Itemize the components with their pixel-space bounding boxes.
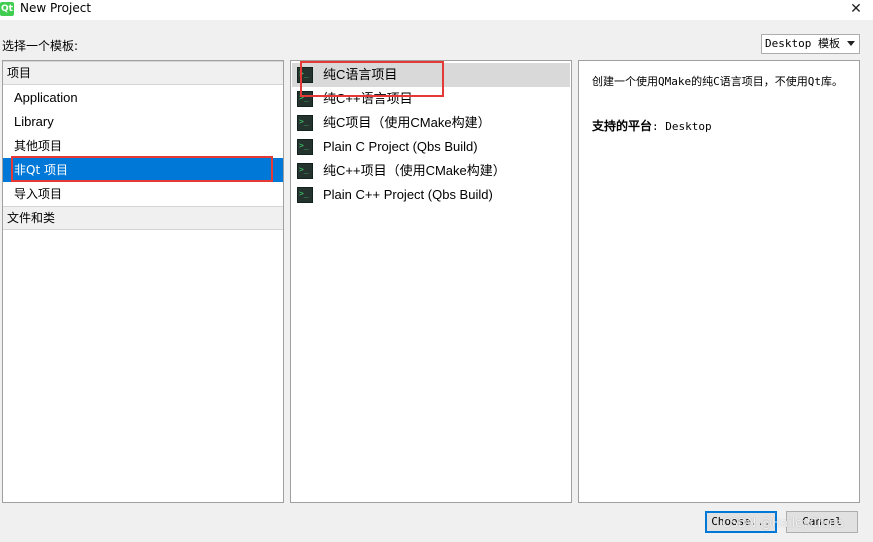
- template-label: 纯C++项目（使用CMake构建）: [323, 163, 506, 178]
- chevron-down-icon: [847, 41, 855, 46]
- category-item-import-project[interactable]: 导入项目: [3, 182, 283, 206]
- terminal-icon: [297, 139, 313, 155]
- supported-platforms: 支持的平台: Desktop: [592, 117, 712, 134]
- template-label: 纯C语言项目: [323, 67, 398, 82]
- platform-filter-value: Desktop 模板: [765, 37, 840, 50]
- template-item-plain-c-cmake[interactable]: 纯C项目（使用CMake构建）: [292, 111, 570, 135]
- category-item-library[interactable]: Library: [3, 110, 283, 134]
- category-list: 项目 Application Library 其他项目 非Qt 项目 导入项目 …: [2, 60, 284, 503]
- terminal-icon: [297, 163, 313, 179]
- cancel-button[interactable]: Cancel: [786, 511, 858, 533]
- qt-logo-icon: Qt: [0, 2, 14, 16]
- terminal-icon: [297, 91, 313, 107]
- template-item-plain-cpp-cmake[interactable]: 纯C++项目（使用CMake构建）: [292, 159, 570, 183]
- terminal-icon: [297, 187, 313, 203]
- choose-button[interactable]: Choose...: [705, 511, 777, 533]
- template-description-panel: 创建一个使用QMake的纯C语言项目，不使用Qt库。 支持的平台: Deskto…: [578, 60, 860, 503]
- template-item-plain-c-qbs[interactable]: Plain C Project (Qbs Build): [292, 135, 570, 159]
- template-item-plain-cpp-qbs[interactable]: Plain C++ Project (Qbs Build): [292, 183, 570, 207]
- category-item-application[interactable]: Application: [3, 86, 283, 110]
- template-item-plain-c[interactable]: 纯C语言项目: [292, 63, 570, 87]
- group-header-files-and-classes[interactable]: 文件和类: [3, 206, 283, 230]
- supported-platforms-label: 支持的平台: [592, 119, 653, 133]
- terminal-icon: [297, 67, 313, 83]
- template-label: Plain C Project (Qbs Build): [323, 139, 478, 154]
- category-item-other-project[interactable]: 其他项目: [3, 134, 283, 158]
- choose-template-label: 选择一个模板:: [2, 39, 79, 53]
- template-label: Plain C++ Project (Qbs Build): [323, 187, 493, 202]
- project-template-list: 纯C语言项目 纯C++语言项目 纯C项目（使用CMake构建） Plain C …: [290, 60, 572, 503]
- platform-filter-dropdown[interactable]: Desktop 模板: [761, 34, 860, 54]
- window-title: New Project: [20, 1, 92, 15]
- template-item-plain-cpp[interactable]: 纯C++语言项目: [292, 87, 570, 111]
- title-bar: Qt New Project ✕: [0, 0, 873, 20]
- close-button[interactable]: ✕: [845, 0, 867, 18]
- terminal-icon: [297, 115, 313, 131]
- template-description-text: 创建一个使用QMake的纯C语言项目，不使用Qt库。: [592, 75, 843, 88]
- template-label: 纯C++语言项目: [323, 91, 413, 106]
- group-header-projects: 项目: [3, 61, 283, 85]
- template-label: 纯C项目（使用CMake构建）: [323, 115, 491, 130]
- supported-platforms-value: : Desktop: [652, 120, 712, 133]
- category-item-non-qt-project[interactable]: 非Qt 项目: [3, 158, 283, 182]
